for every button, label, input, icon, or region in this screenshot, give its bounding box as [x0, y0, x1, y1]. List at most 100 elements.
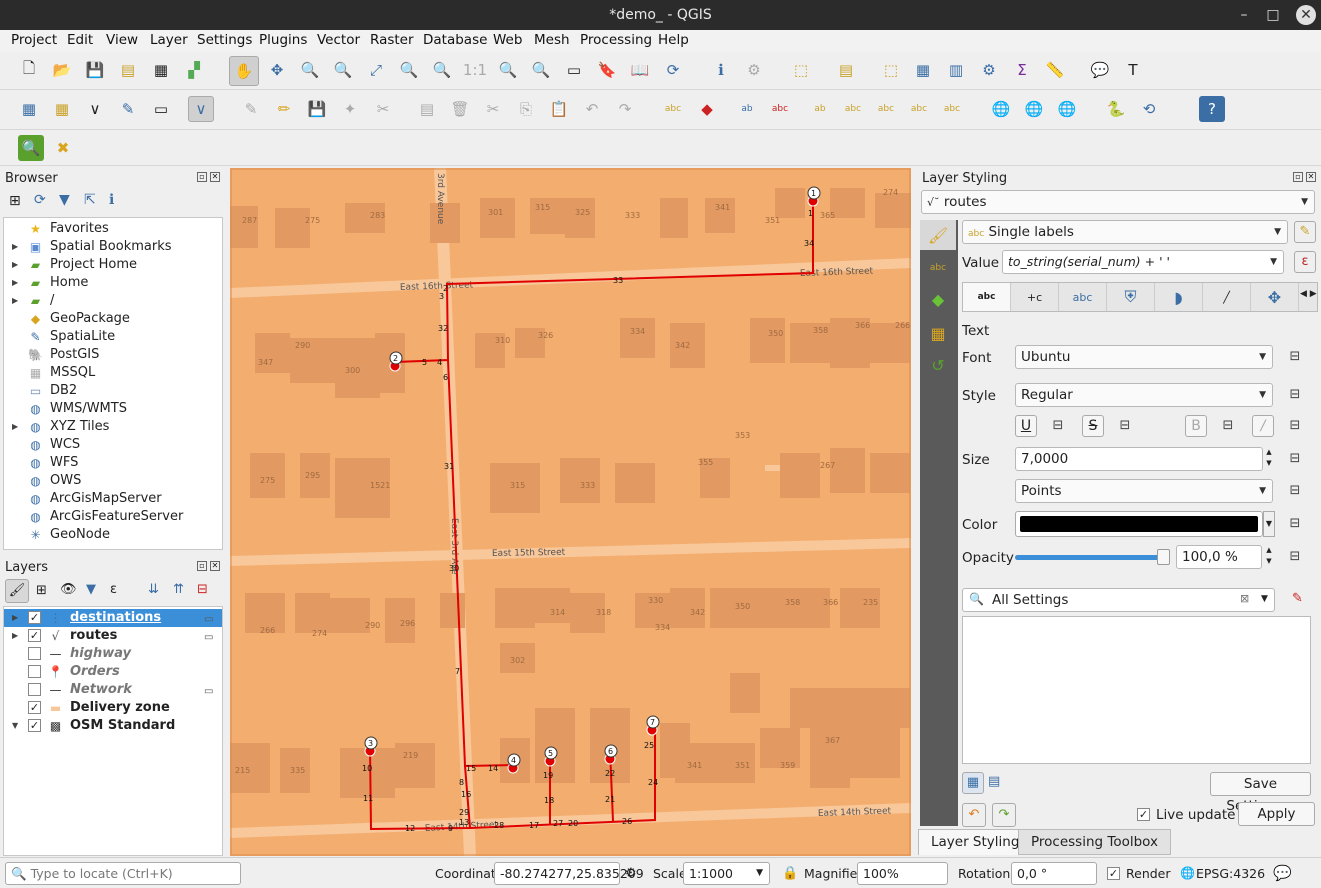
zoom-full-icon[interactable]: ⤢ — [363, 57, 389, 83]
buffer-tab-icon[interactable]: abc — [1059, 283, 1107, 311]
menu-processing[interactable]: Processing — [580, 32, 652, 48]
styling-float-button[interactable]: ▫ — [1293, 172, 1303, 182]
labels-tab-icon[interactable]: abc — [920, 253, 956, 283]
opacity-slider-handle[interactable] — [1157, 549, 1170, 565]
route-plugin-icon[interactable]: ✖ — [50, 135, 76, 161]
properties-icon[interactable]: ℹ — [109, 192, 114, 208]
history-tab-icon[interactable]: ↺ — [920, 350, 956, 380]
strikeout-button[interactable]: S — [1082, 415, 1104, 437]
save-edits-icon[interactable]: 💾 — [304, 96, 330, 122]
browser-tree[interactable]: ★ Favorites ▶ ▣ Spatial Bookmarks ▶ ▰ Project H… — [3, 217, 223, 550]
underline-button[interactable]: U — [1015, 415, 1037, 437]
expand-arrow-icon[interactable]: ▶ — [12, 609, 18, 627]
browser-item[interactable]: ◆ GeoPackage — [4, 310, 222, 328]
move-label-2-icon[interactable]: abc — [873, 96, 899, 122]
map-tips-icon[interactable]: 💬 — [1087, 57, 1113, 83]
settings-search-field[interactable]: 🔍 All Settings ⊠ ▼ — [962, 588, 1275, 612]
text-tab[interactable]: abc — [963, 283, 1011, 311]
locator-plugin-icon[interactable]: 🔍 — [18, 135, 44, 161]
data-defined-override-icon[interactable]: ⊟ — [1283, 513, 1307, 535]
expand-all-icon[interactable]: ⇊ — [148, 582, 159, 597]
cut-features-icon[interactable]: ✂ — [480, 96, 506, 122]
zoom-out-icon[interactable]: 🔍 — [330, 57, 356, 83]
expand-arrow-icon[interactable]: ▶ — [12, 256, 18, 274]
data-defined-override-icon[interactable]: ⊟ — [1046, 415, 1070, 437]
tab-processing-toolbox[interactable]: Processing Toolbox — [1018, 829, 1172, 855]
new-shapefile-icon[interactable]: ∨ — [82, 96, 108, 122]
add-group-icon[interactable]: ⊞ — [36, 583, 47, 598]
data-defined-override-icon[interactable]: ⊟ — [1113, 415, 1137, 437]
symbology-tab-icon[interactable]: 🖌 — [920, 220, 956, 250]
data-defined-override-icon[interactable]: ⊟ — [1283, 415, 1307, 437]
size-spin-arrows-icon[interactable]: ▲ ▼ — [1263, 447, 1275, 471]
background-tab-icon[interactable]: ◗ — [1155, 283, 1203, 311]
mask-tab-icon[interactable]: ⛨ — [1107, 283, 1155, 311]
labeling-mode-combo[interactable]: abc Single labels ▼ — [962, 220, 1288, 244]
layer-row[interactable]: ▶ ✓ √ routes ▭ — [4, 627, 222, 645]
undo-icon[interactable]: ↶ — [579, 96, 605, 122]
formatting-tab-icon[interactable]: +c — [1011, 283, 1059, 311]
select-by-value-icon[interactable]: ▤ — [833, 57, 859, 83]
zoom-native-icon[interactable]: 1:1 — [462, 57, 488, 83]
3d-view-tab-icon[interactable]: ◆ — [920, 284, 956, 314]
show-hide-labels-icon[interactable]: abc — [767, 96, 793, 122]
mask-tab-icon[interactable]: ▦ — [920, 318, 956, 348]
layer-combo[interactable]: √˘ routes ▼ — [921, 190, 1315, 214]
layer-row[interactable]: ▼ ✓ ▩ OSM Standard — [4, 717, 222, 735]
coordinate-toggle-icon[interactable]: ⚙ — [625, 866, 637, 881]
layer-visibility-checkbox[interactable]: ✓ — [28, 629, 41, 642]
layer-row[interactable]: ✓ ▬ Delivery zone — [4, 699, 222, 717]
zoom-to-selection-icon[interactable]: 🔍 — [396, 57, 422, 83]
expand-arrow-icon[interactable]: ▶ — [12, 274, 18, 292]
zoom-next-icon[interactable]: 🔍 — [528, 57, 554, 83]
callouts-tab-icon[interactable]: ✥ — [1251, 283, 1299, 311]
add-selected-icon[interactable]: ⊞ — [9, 193, 21, 209]
browser-item[interactable]: ◍ WFS — [4, 454, 222, 472]
move-label-icon[interactable]: ab — [807, 96, 833, 122]
grid-view-icon[interactable]: ▦ — [962, 772, 984, 794]
style-combo[interactable]: Regular ▼ — [1015, 383, 1273, 407]
edit-pencil-icon[interactable]: ✏ — [271, 96, 297, 122]
menu-raster[interactable]: Raster — [370, 32, 414, 48]
bold-button[interactable]: B — [1185, 415, 1207, 437]
toolbox-icon[interactable]: ⚙ — [976, 57, 1002, 83]
browser-item[interactable]: ✎ SpatiaLite — [4, 328, 222, 346]
menu-web[interactable]: Web — [493, 32, 522, 48]
metasearch-icon[interactable]: 🌐 — [988, 96, 1014, 122]
magnifier-spinbox[interactable]: 100% — [857, 862, 948, 885]
select-features-icon[interactable]: ⬚ — [788, 57, 814, 83]
current-layer-edits-icon[interactable]: ∨ — [188, 96, 214, 122]
open-project-icon[interactable]: 📂 — [49, 57, 75, 83]
browser-item[interactable]: ▶ ▰ Project Home — [4, 256, 222, 274]
layer-visibility-checkbox[interactable] — [28, 647, 41, 660]
paste-features-icon[interactable]: 📋 — [546, 96, 572, 122]
data-defined-override-icon[interactable]: ⊟ — [1283, 448, 1307, 470]
layer-visibility-checkbox[interactable] — [28, 683, 41, 696]
settings-list[interactable] — [962, 616, 1311, 764]
font-combo[interactable]: Ubuntu ▼ — [1015, 345, 1273, 369]
layout-manager-icon[interactable]: ▦ — [148, 57, 174, 83]
change-label-icon[interactable]: abc — [939, 96, 965, 122]
zoom-last-icon[interactable]: 🔍 — [495, 57, 521, 83]
manage-map-themes-icon[interactable]: 👁 — [60, 582, 77, 597]
pan-to-selection-icon[interactable]: ✥ — [264, 57, 290, 83]
label-visibility-icon[interactable]: abc — [840, 96, 866, 122]
render-checkbox[interactable]: ✓ — [1107, 867, 1120, 880]
pan-map-icon[interactable]: ✋ — [229, 56, 259, 86]
data-defined-override-icon[interactable]: ⊟ — [1283, 480, 1307, 502]
tabs-scroll-icon[interactable]: ◀ ▶ — [1300, 289, 1317, 299]
style-manager-icon[interactable]: ▞ — [181, 57, 207, 83]
expand-arrow-icon[interactable]: ▶ — [12, 627, 18, 645]
collapse-all-icon[interactable]: ⇱ — [84, 192, 96, 208]
browser-item[interactable]: ◍ WMS/WMTS — [4, 400, 222, 418]
browser-float-button[interactable]: ▫ — [197, 172, 207, 182]
expression-icon[interactable]: ε — [1294, 251, 1316, 273]
add-feature-icon[interactable]: ✦ — [337, 96, 363, 122]
browser-item[interactable]: ◍ WCS — [4, 436, 222, 454]
layers-close-button[interactable]: ✕ — [210, 561, 220, 571]
new-spatialite-icon[interactable]: ✎ — [115, 96, 141, 122]
redo-style-icon[interactable]: ↷ — [992, 803, 1016, 827]
menu-plugins[interactable]: Plugins — [259, 32, 307, 48]
color-menu-icon[interactable]: ▼ — [1263, 511, 1275, 537]
toggle-editing-icon[interactable]: ✎ — [238, 96, 264, 122]
